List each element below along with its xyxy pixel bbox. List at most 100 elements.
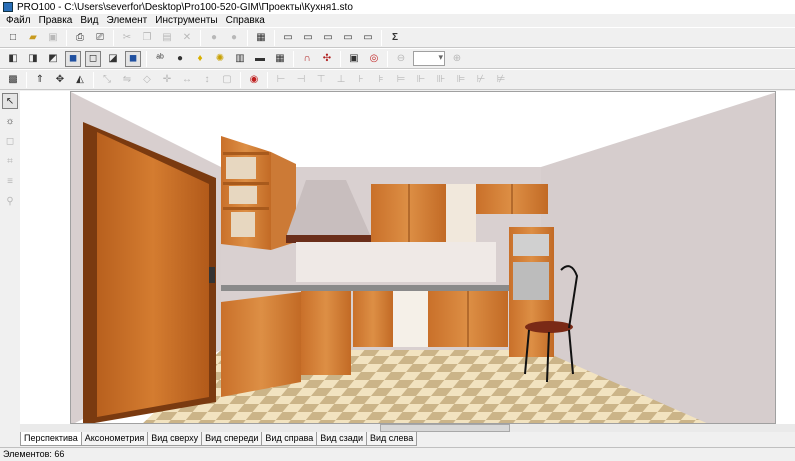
target-icon[interactable]: ◎ [366, 51, 382, 67]
zoom-out-icon[interactable]: ⊖ [393, 51, 409, 67]
printer-icon[interactable]: ▭ [340, 30, 356, 46]
bulb-icon[interactable]: ✺ [212, 51, 228, 67]
tab-right-view[interactable]: Вид справа [261, 432, 318, 446]
view-wire-icon[interactable]: ◻ [85, 50, 101, 67]
render-icon[interactable]: ▭ [280, 30, 296, 46]
menu-bar: Файл Правка Вид Элемент Инструменты Спра… [0, 14, 795, 27]
zoom-icon[interactable]: ▭ [360, 30, 376, 46]
paste-icon[interactable]: ▤ [159, 30, 175, 46]
select-grid-icon[interactable]: ▩ [5, 72, 21, 88]
align-center-icon[interactable]: ⊣ [293, 72, 309, 88]
flip-icon[interactable]: ◇ [139, 72, 155, 88]
tab-axonometry[interactable]: Аксонометрия [80, 432, 149, 446]
view-toolbar: ◧ ◨ ◩ ◼ ◻ ◪ ◼ ᵃᵇ ● ♦ ✺ ▥ ▬ ▦ ∩ ✣ ▣ ◎ ⊖ ⊕ [0, 48, 795, 69]
camera-icon[interactable]: ▭ [320, 30, 336, 46]
menu-tools[interactable]: Инструменты [151, 15, 221, 26]
same-height-icon[interactable]: ⊫ [453, 72, 469, 88]
toolbar-separator [66, 29, 67, 46]
grid-icon[interactable]: ▦ [272, 51, 288, 67]
scrollbar-thumb[interactable] [380, 424, 510, 432]
tab-front-view[interactable]: Вид спереди [201, 432, 263, 446]
toolbar-separator [387, 50, 388, 67]
menu-edit[interactable]: Правка [35, 15, 77, 26]
print-preview-icon[interactable]: ⎙ [72, 30, 88, 46]
fit-icon[interactable]: ▣ [346, 51, 362, 67]
text-tool-icon[interactable]: ≡ [2, 173, 18, 189]
kitchen-scene [71, 92, 775, 423]
tab-perspective[interactable]: Перспектива [20, 432, 82, 446]
bed-icon[interactable]: ▬ [252, 51, 268, 67]
align-top-icon[interactable]: ⊥ [333, 72, 349, 88]
view-cube-icon[interactable]: ◩ [45, 51, 61, 67]
open-icon[interactable]: ▰ [25, 30, 41, 46]
horizontal-scrollbar[interactable] [20, 424, 795, 432]
view-box-icon[interactable]: ◨ [25, 51, 41, 67]
view-texture-icon[interactable]: ◪ [105, 51, 121, 67]
print-icon[interactable]: ⎚ [92, 30, 108, 46]
align-right-icon[interactable]: ⊤ [313, 72, 329, 88]
tab-left-view[interactable]: Вид слева [365, 432, 418, 446]
snap-icon[interactable]: ✣ [319, 51, 335, 67]
viewport-margin-right [776, 91, 795, 424]
view-shaded-icon[interactable]: ◼ [125, 50, 141, 67]
save-icon[interactable]: ▣ [45, 30, 61, 46]
stop-icon[interactable]: ◉ [246, 72, 262, 88]
align-left-icon[interactable]: ⊢ [273, 72, 289, 88]
tab-top-view[interactable]: Вид сверху [147, 432, 203, 446]
dimension-icon[interactable]: ᵃᵇ [152, 51, 168, 67]
view-solid-icon[interactable]: ◼ [65, 50, 81, 67]
menu-view[interactable]: Вид [76, 15, 102, 26]
same-width-icon[interactable]: ⊪ [433, 72, 449, 88]
pointer-icon[interactable]: ↖ [2, 93, 18, 109]
mirror-icon[interactable]: ⇋ [119, 72, 135, 88]
screenshot-icon[interactable]: ▭ [300, 30, 316, 46]
toolbar-separator [340, 50, 341, 67]
rotate-icon[interactable]: ◭ [72, 72, 88, 88]
light-tool-icon[interactable]: ☼ [2, 113, 18, 129]
measure-tool-icon[interactable]: ⌗ [2, 153, 18, 169]
align-toolbar: ▩ ⇑ ✥ ◭ ⤡ ⇋ ◇ ✛ ↔ ↕ ▢ ◉ ⊢ ⊣ ⊤ ⊥ ⊦ ⊧ ⊨ ⊩ … [0, 69, 795, 90]
tab-back-view[interactable]: Вид сзади [316, 432, 367, 446]
cut-icon[interactable]: ✂ [119, 30, 135, 46]
align-bottom-icon[interactable]: ⊧ [373, 72, 389, 88]
magnet-icon[interactable]: ∩ [299, 51, 315, 67]
group-icon[interactable]: ▢ [219, 72, 235, 88]
same-size-icon[interactable]: ⊭ [493, 72, 509, 88]
properties-icon[interactable]: ▦ [253, 30, 269, 46]
move-up-icon[interactable]: ⇑ [32, 72, 48, 88]
viewport-margin-left [20, 91, 70, 424]
zoom-in-icon[interactable]: ⊕ [449, 51, 465, 67]
toolbar-separator [247, 29, 248, 46]
scale-icon[interactable]: ⤡ [99, 72, 115, 88]
status-bar: Элементов: 66 [0, 447, 795, 461]
shelf-icon[interactable]: ▥ [232, 51, 248, 67]
menu-help[interactable]: Справка [222, 15, 269, 26]
toolbar-separator [113, 29, 114, 46]
tool-sidebar: ↖ ☼ ◻ ⌗ ≡ ⚲ [0, 91, 20, 429]
move-vertical-icon[interactable]: ↕ [199, 72, 215, 88]
new-icon[interactable]: □ [5, 30, 21, 46]
3d-viewport[interactable] [70, 91, 776, 424]
shape-tool-icon[interactable]: ◻ [2, 133, 18, 149]
copy-icon[interactable]: ❐ [139, 30, 155, 46]
distribute-h-icon[interactable]: ⊨ [393, 72, 409, 88]
sum-icon[interactable]: Σ [387, 30, 403, 46]
undo-icon[interactable]: ● [206, 30, 222, 46]
toolbar-separator [93, 71, 94, 88]
title-bar: PRO100 - C:\Users\severfor\Desktop\Pro10… [0, 0, 795, 14]
zoom-tool-icon[interactable]: ⚲ [2, 193, 18, 209]
move-icon[interactable]: ✥ [52, 72, 68, 88]
align-middle-icon[interactable]: ⊦ [353, 72, 369, 88]
move-horizontal-icon[interactable]: ↔ [179, 72, 195, 88]
menu-element[interactable]: Элемент [102, 15, 151, 26]
menu-file[interactable]: Файл [2, 15, 35, 26]
light-icon[interactable]: ♦ [192, 51, 208, 67]
zoom-select[interactable] [413, 51, 445, 66]
center-icon[interactable]: ✛ [159, 72, 175, 88]
view-front-icon[interactable]: ◧ [5, 51, 21, 67]
same-depth-icon[interactable]: ⊬ [473, 72, 489, 88]
delete-icon[interactable]: ✕ [179, 30, 195, 46]
paint-icon[interactable]: ● [172, 51, 188, 67]
distribute-v-icon[interactable]: ⊩ [413, 72, 429, 88]
redo-icon[interactable]: ● [226, 30, 242, 46]
